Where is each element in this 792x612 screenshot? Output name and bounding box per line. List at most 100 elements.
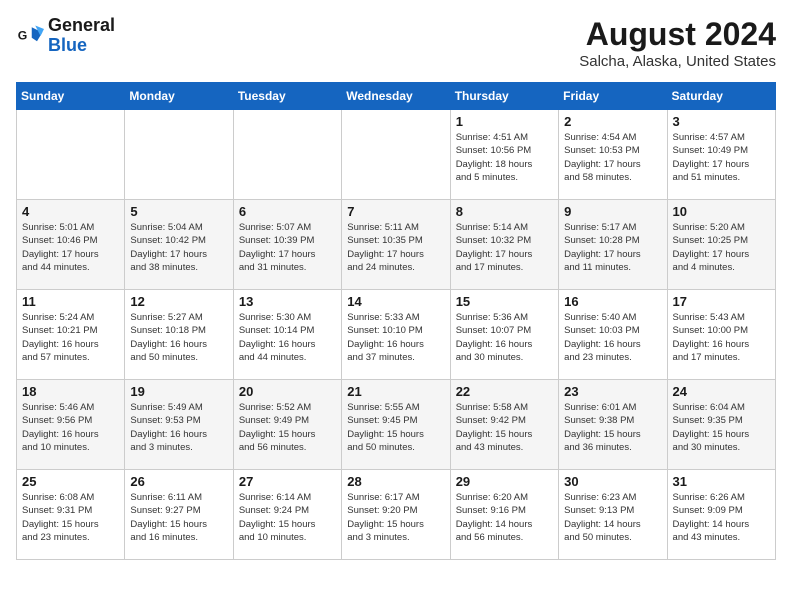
calendar-cell: 20 Sunrise: 5:52 AM Sunset: 9:49 PM Dayli… [233, 380, 341, 470]
page-header: G GeneralBlue August 2024 Salcha, Alaska… [16, 16, 776, 70]
calendar-week-row: 4Sunrise: 5:01 AM Sunset: 10:46 PM Dayli… [17, 200, 776, 290]
calendar-cell: 7 Sunrise: 5:11 AM Sunset: 10:35 PM Dayli… [342, 200, 450, 290]
day-number: 14 [347, 294, 444, 309]
day-info: Sunrise: 4:54 AM Sunset: 10:53 PM Daylig… [564, 131, 661, 184]
calendar-title: August 2024 [579, 16, 776, 53]
logo: G GeneralBlue [16, 16, 115, 56]
day-info: Sunrise: 5:24 AM Sunset: 10:21 PM Daylig… [22, 311, 119, 364]
day-info: Sunrise: 5:49 AM Sunset: 9:53 PM Dayligh… [130, 401, 227, 454]
day-number: 21 [347, 384, 444, 399]
day-number: 20 [239, 384, 336, 399]
calendar-cell: 3 Sunrise: 4:57 AM Sunset: 10:49 PM Dayli… [667, 110, 775, 200]
day-header-sunday: Sunday [17, 83, 125, 110]
day-info: Sunrise: 5:40 AM Sunset: 10:03 PM Daylig… [564, 311, 661, 364]
day-info: Sunrise: 5:11 AM Sunset: 10:35 PM Daylig… [347, 221, 444, 274]
day-number: 7 [347, 204, 444, 219]
day-number: 12 [130, 294, 227, 309]
calendar-week-row: 25 Sunrise: 6:08 AM Sunset: 9:31 PM Dayli… [17, 470, 776, 560]
day-info: Sunrise: 6:08 AM Sunset: 9:31 PM Dayligh… [22, 491, 119, 544]
calendar-cell: 16 Sunrise: 5:40 AM Sunset: 10:03 PM Dayl… [559, 290, 667, 380]
calendar-table: SundayMondayTuesdayWednesdayThursdayFrid… [16, 82, 776, 560]
logo-blue: Blue [48, 35, 87, 55]
calendar-cell: 21 Sunrise: 5:55 AM Sunset: 9:45 PM Dayli… [342, 380, 450, 470]
calendar-cell: 22Sunrise: 5:58 AM Sunset: 9:42 PM Dayli… [450, 380, 558, 470]
title-block: August 2024 Salcha, Alaska, United State… [579, 16, 776, 70]
calendar-week-row: 1 Sunrise: 4:51 AM Sunset: 10:56 PM Dayli… [17, 110, 776, 200]
calendar-cell: 5Sunrise: 5:04 AM Sunset: 10:42 PM Dayli… [125, 200, 233, 290]
day-info: Sunrise: 4:57 AM Sunset: 10:49 PM Daylig… [673, 131, 770, 184]
day-header-wednesday: Wednesday [342, 83, 450, 110]
svg-text:G: G [18, 28, 28, 42]
calendar-header-row: SundayMondayTuesdayWednesdayThursdayFrid… [17, 83, 776, 110]
calendar-cell: 14 Sunrise: 5:33 AM Sunset: 10:10 PM Dayl… [342, 290, 450, 380]
day-info: Sunrise: 6:20 AM Sunset: 9:16 PM Dayligh… [456, 491, 553, 544]
day-number: 23 [564, 384, 661, 399]
day-info: Sunrise: 5:55 AM Sunset: 9:45 PM Dayligh… [347, 401, 444, 454]
day-number: 1 [456, 114, 553, 129]
day-header-friday: Friday [559, 83, 667, 110]
calendar-cell: 11Sunrise: 5:24 AM Sunset: 10:21 PM Dayl… [17, 290, 125, 380]
calendar-cell [17, 110, 125, 200]
day-info: Sunrise: 5:20 AM Sunset: 10:25 PM Daylig… [673, 221, 770, 274]
calendar-cell [125, 110, 233, 200]
calendar-cell: 23 Sunrise: 6:01 AM Sunset: 9:38 PM Dayli… [559, 380, 667, 470]
day-number: 13 [239, 294, 336, 309]
calendar-cell: 29Sunrise: 6:20 AM Sunset: 9:16 PM Dayli… [450, 470, 558, 560]
day-info: Sunrise: 6:26 AM Sunset: 9:09 PM Dayligh… [673, 491, 770, 544]
day-header-monday: Monday [125, 83, 233, 110]
day-info: Sunrise: 6:11 AM Sunset: 9:27 PM Dayligh… [130, 491, 227, 544]
day-number: 30 [564, 474, 661, 489]
calendar-cell: 9 Sunrise: 5:17 AM Sunset: 10:28 PM Dayli… [559, 200, 667, 290]
calendar-cell: 17Sunrise: 5:43 AM Sunset: 10:00 PM Dayl… [667, 290, 775, 380]
day-number: 22 [456, 384, 553, 399]
day-number: 25 [22, 474, 119, 489]
day-number: 24 [673, 384, 770, 399]
day-number: 10 [673, 204, 770, 219]
day-info: Sunrise: 6:23 AM Sunset: 9:13 PM Dayligh… [564, 491, 661, 544]
calendar-cell [342, 110, 450, 200]
calendar-cell: 26 Sunrise: 6:11 AM Sunset: 9:27 PM Dayli… [125, 470, 233, 560]
day-info: Sunrise: 6:17 AM Sunset: 9:20 PM Dayligh… [347, 491, 444, 544]
calendar-cell: 8Sunrise: 5:14 AM Sunset: 10:32 PM Dayli… [450, 200, 558, 290]
logo-icon: G [16, 22, 44, 50]
day-number: 4 [22, 204, 119, 219]
day-number: 5 [130, 204, 227, 219]
calendar-week-row: 18Sunrise: 5:46 AM Sunset: 9:56 PM Dayli… [17, 380, 776, 470]
day-info: Sunrise: 6:04 AM Sunset: 9:35 PM Dayligh… [673, 401, 770, 454]
day-info: Sunrise: 4:51 AM Sunset: 10:56 PM Daylig… [456, 131, 553, 184]
calendar-cell: 15 Sunrise: 5:36 AM Sunset: 10:07 PM Dayl… [450, 290, 558, 380]
calendar-cell: 28 Sunrise: 6:17 AM Sunset: 9:20 PM Dayli… [342, 470, 450, 560]
day-info: Sunrise: 5:17 AM Sunset: 10:28 PM Daylig… [564, 221, 661, 274]
day-info: Sunrise: 5:36 AM Sunset: 10:07 PM Daylig… [456, 311, 553, 364]
day-header-tuesday: Tuesday [233, 83, 341, 110]
day-info: Sunrise: 5:33 AM Sunset: 10:10 PM Daylig… [347, 311, 444, 364]
day-header-thursday: Thursday [450, 83, 558, 110]
calendar-cell: 12 Sunrise: 5:27 AM Sunset: 10:18 PM Dayl… [125, 290, 233, 380]
day-number: 8 [456, 204, 553, 219]
day-number: 2 [564, 114, 661, 129]
day-number: 26 [130, 474, 227, 489]
calendar-cell: 18Sunrise: 5:46 AM Sunset: 9:56 PM Dayli… [17, 380, 125, 470]
calendar-cell: 10 Sunrise: 5:20 AM Sunset: 10:25 PM Dayl… [667, 200, 775, 290]
day-number: 16 [564, 294, 661, 309]
calendar-cell [233, 110, 341, 200]
day-info: Sunrise: 6:01 AM Sunset: 9:38 PM Dayligh… [564, 401, 661, 454]
calendar-subtitle: Salcha, Alaska, United States [579, 53, 776, 70]
day-info: Sunrise: 5:30 AM Sunset: 10:14 PM Daylig… [239, 311, 336, 364]
day-info: Sunrise: 5:27 AM Sunset: 10:18 PM Daylig… [130, 311, 227, 364]
day-number: 19 [130, 384, 227, 399]
calendar-cell: 13 Sunrise: 5:30 AM Sunset: 10:14 PM Dayl… [233, 290, 341, 380]
calendar-cell: 30 Sunrise: 6:23 AM Sunset: 9:13 PM Dayli… [559, 470, 667, 560]
calendar-cell: 24 Sunrise: 6:04 AM Sunset: 9:35 PM Dayli… [667, 380, 775, 470]
day-number: 15 [456, 294, 553, 309]
day-number: 27 [239, 474, 336, 489]
day-number: 9 [564, 204, 661, 219]
day-number: 28 [347, 474, 444, 489]
calendar-week-row: 11Sunrise: 5:24 AM Sunset: 10:21 PM Dayl… [17, 290, 776, 380]
day-number: 31 [673, 474, 770, 489]
day-header-saturday: Saturday [667, 83, 775, 110]
day-info: Sunrise: 5:52 AM Sunset: 9:49 PM Dayligh… [239, 401, 336, 454]
calendar-cell: 31 Sunrise: 6:26 AM Sunset: 9:09 PM Dayli… [667, 470, 775, 560]
day-number: 3 [673, 114, 770, 129]
calendar-cell: 6Sunrise: 5:07 AM Sunset: 10:39 PM Dayli… [233, 200, 341, 290]
